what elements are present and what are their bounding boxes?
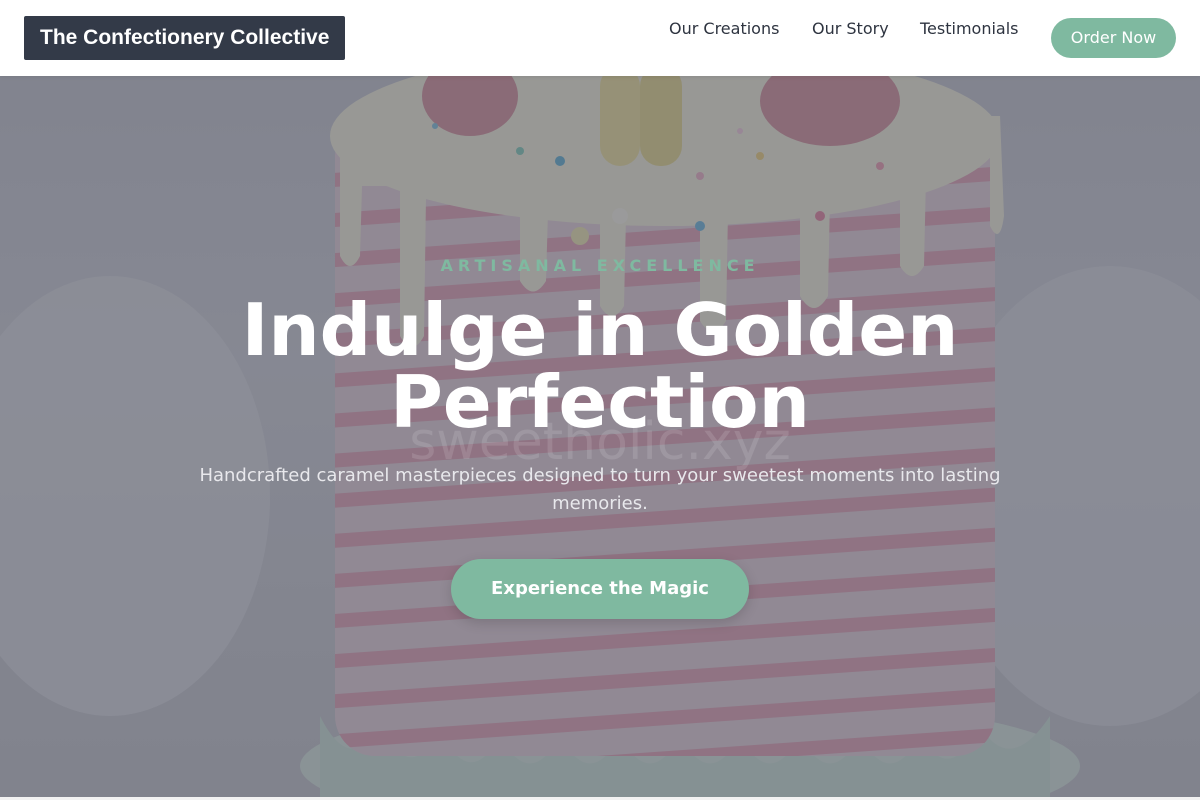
site-header: The Confectionery Collective Our Creatio… [0, 0, 1200, 76]
nav-link-our-creations[interactable]: Our Creations [669, 18, 779, 40]
hero-eyebrow: ARTISANAL EXCELLENCE [440, 256, 760, 275]
hero-content: ARTISANAL EXCELLENCE sweetholic.xyz Indu… [0, 76, 1200, 797]
hero-section: ARTISANAL EXCELLENCE sweetholic.xyz Indu… [0, 76, 1200, 797]
experience-the-magic-button[interactable]: Experience the Magic [451, 559, 749, 619]
site-logo[interactable]: The Confectionery Collective [24, 16, 346, 60]
hero-headline: Indulge in Golden Perfection [241, 288, 959, 444]
nav-link-our-story[interactable]: Our Story [812, 18, 889, 40]
nav-link-testimonials[interactable]: Testimonials [920, 18, 1019, 40]
hero-subtext: Handcrafted caramel masterpieces designe… [199, 465, 1001, 514]
order-now-button[interactable]: Order Now [1051, 18, 1176, 58]
